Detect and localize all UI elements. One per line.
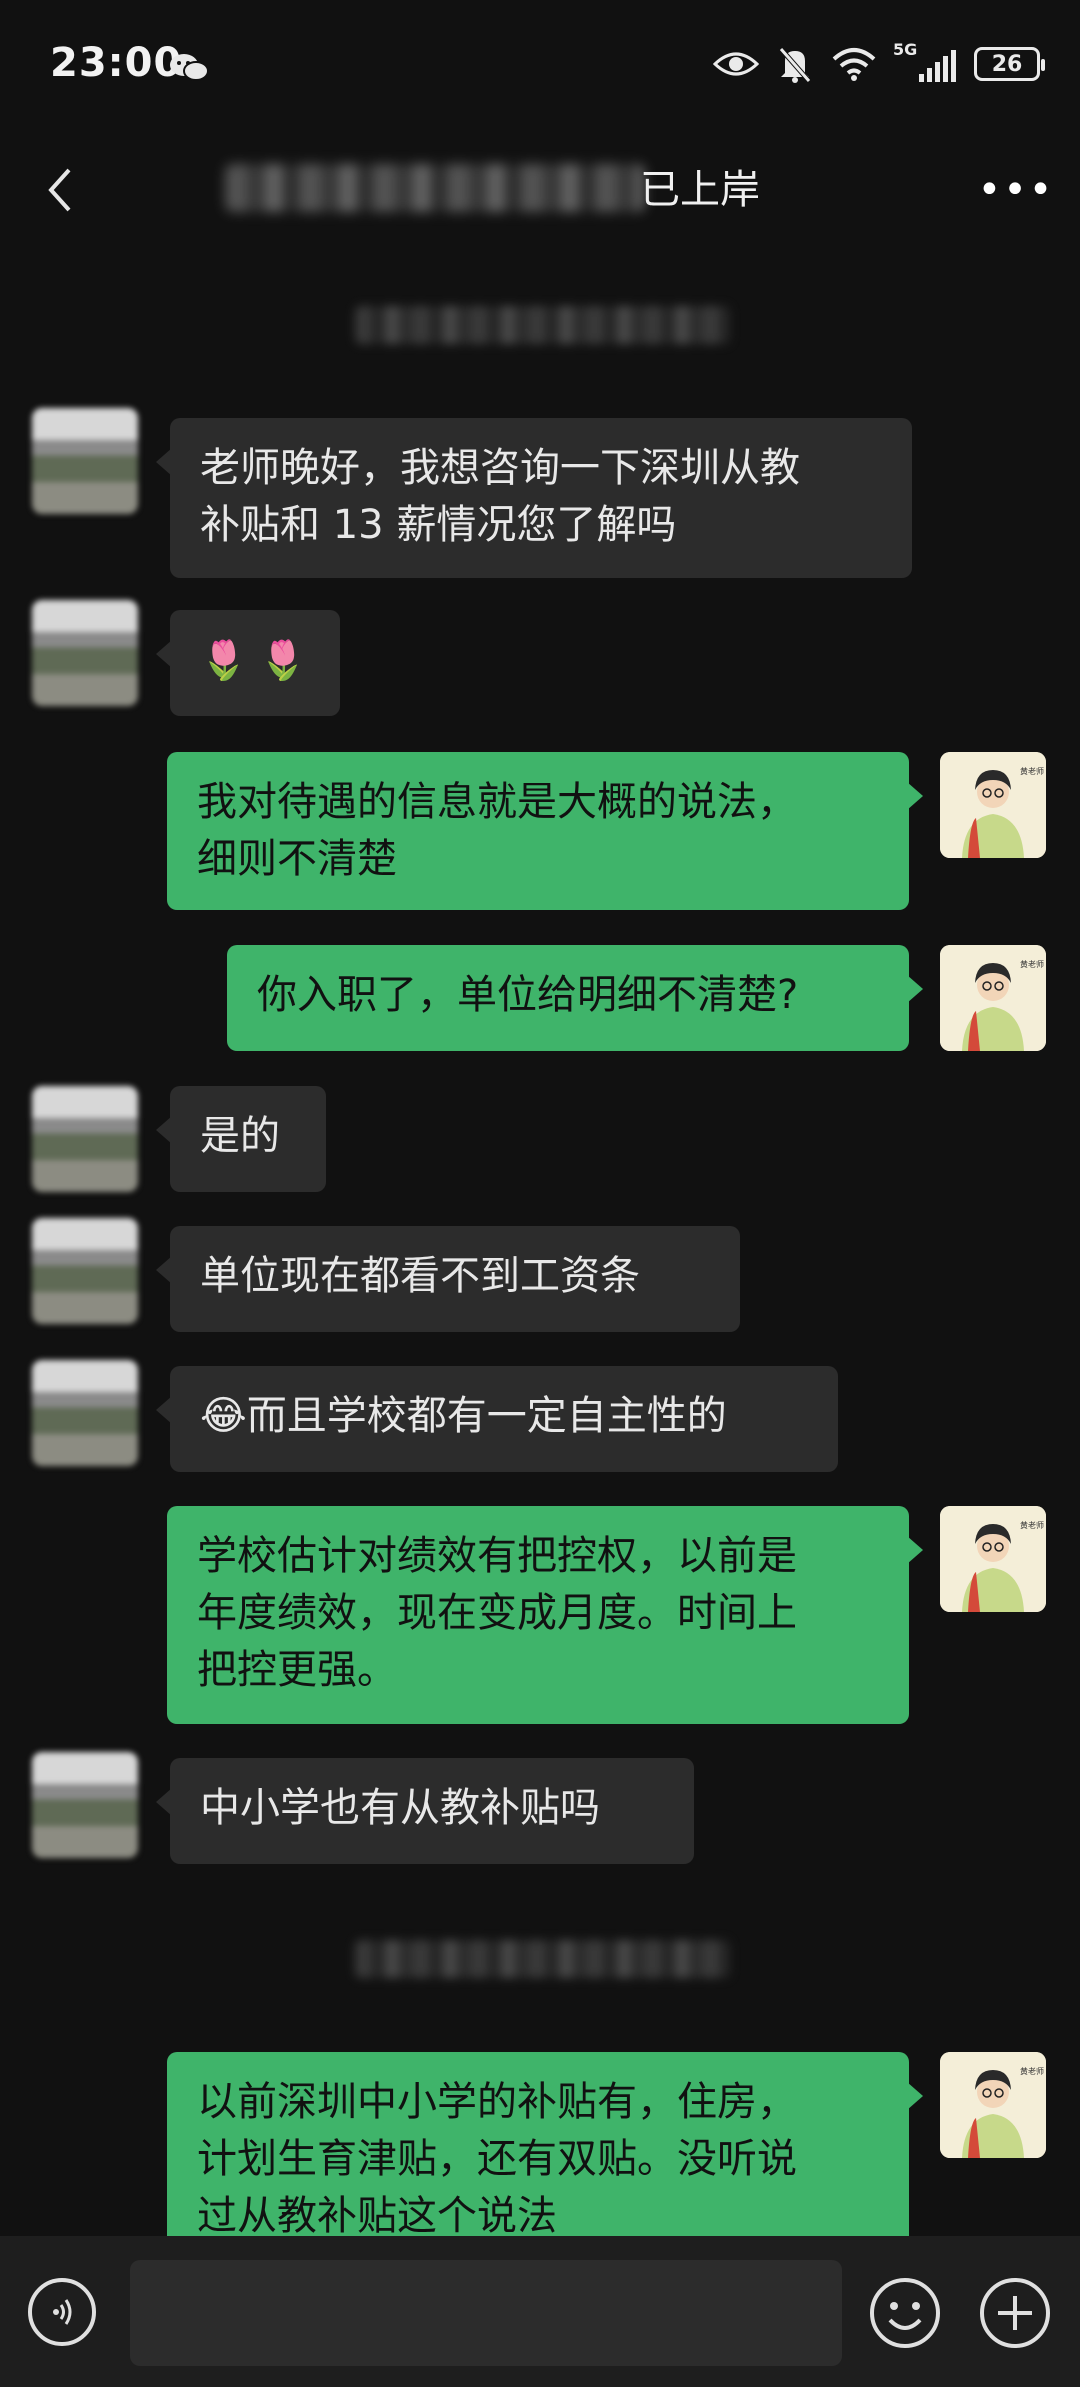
wifi-icon bbox=[832, 48, 876, 81]
chat-header: 已上岸 ••• bbox=[0, 140, 1080, 240]
cartoon-avatar-icon: 黄老师 bbox=[940, 752, 1046, 858]
message-bubble[interactable]: 🌷 🌷 bbox=[156, 610, 340, 716]
my-avatar[interactable]: 黄老师 bbox=[940, 2052, 1046, 2158]
chat-title-blurred bbox=[225, 164, 645, 212]
friend-avatar[interactable] bbox=[32, 1218, 138, 1324]
chat-title: 已上岸 bbox=[640, 167, 760, 213]
eye-icon bbox=[713, 52, 759, 76]
plus-icon bbox=[980, 2278, 1050, 2348]
back-button[interactable] bbox=[30, 160, 90, 220]
my-avatar[interactable]: 黄老师 bbox=[940, 752, 1046, 858]
cartoon-avatar-icon: 黄老师 bbox=[940, 2052, 1046, 2158]
message-bubble[interactable]: 学校估计对绩效有把控权，以前是 年度绩效，现在变成月度。时间上 把控更强。 bbox=[167, 1506, 923, 1724]
svg-text:黄老师: 黄老师 bbox=[1020, 959, 1044, 969]
cartoon-avatar-icon: 黄老师 bbox=[940, 945, 1046, 1051]
status-icons: 5G 26 bbox=[713, 40, 1045, 84]
cartoon-avatar-icon: 黄老师 bbox=[940, 1506, 1046, 1612]
message-bubble[interactable]: 你入职了，单位给明细不清楚? bbox=[227, 945, 923, 1051]
message-bubble[interactable]: 我对待遇的信息就是大概的说法， 细则不清楚 bbox=[167, 752, 923, 910]
more-icon: ••• bbox=[977, 167, 1055, 213]
more-functions-button[interactable] bbox=[978, 2276, 1052, 2350]
status-time: 23:00 bbox=[50, 40, 183, 86]
chevron-left-icon bbox=[48, 168, 71, 212]
svg-text:黄老师: 黄老师 bbox=[1020, 2066, 1044, 2076]
timestamp-blurred bbox=[355, 1940, 730, 1978]
svg-text:黄老师: 黄老师 bbox=[1020, 766, 1044, 776]
message-bubble[interactable]: 老师晚好，我想咨询一下深圳从教 补贴和 13 薪情况您了解吗 bbox=[156, 418, 912, 578]
more-button[interactable]: ••• bbox=[978, 160, 1053, 220]
message-input[interactable] bbox=[130, 2260, 842, 2366]
message-bubble[interactable]: 中小学也有从教补贴吗 bbox=[156, 1758, 694, 1864]
battery-indicator: 26 bbox=[974, 47, 1045, 81]
friend-avatar[interactable] bbox=[32, 1752, 138, 1858]
timestamp-blurred bbox=[355, 306, 730, 344]
friend-avatar[interactable] bbox=[32, 1360, 138, 1466]
message-bubble[interactable]: 单位现在都看不到工资条 bbox=[156, 1226, 740, 1332]
svg-text:黄老师: 黄老师 bbox=[1020, 1520, 1044, 1530]
emoji-button[interactable] bbox=[868, 2276, 942, 2350]
friend-avatar[interactable] bbox=[32, 408, 138, 514]
chat-input-bar bbox=[0, 2236, 1080, 2387]
voice-icon bbox=[53, 2299, 72, 2325]
mute-bell-icon bbox=[779, 47, 811, 83]
message-bubble[interactable]: 是的 bbox=[156, 1086, 326, 1192]
friend-avatar[interactable] bbox=[32, 600, 138, 706]
signal-icon: 5G bbox=[893, 40, 956, 82]
status-bar: 23:00 5G 26 bbox=[0, 0, 1080, 140]
my-avatar[interactable]: 黄老师 bbox=[940, 945, 1046, 1051]
friend-avatar[interactable] bbox=[32, 1086, 138, 1192]
voice-button[interactable] bbox=[28, 2278, 96, 2346]
message-bubble[interactable]: 😂而且学校都有一定自主性的 bbox=[156, 1366, 838, 1472]
my-avatar[interactable]: 黄老师 bbox=[940, 1506, 1046, 1612]
network-type: 5G bbox=[893, 40, 918, 59]
emoji-icon bbox=[870, 2278, 940, 2348]
wechat-notification-icon bbox=[170, 54, 209, 81]
